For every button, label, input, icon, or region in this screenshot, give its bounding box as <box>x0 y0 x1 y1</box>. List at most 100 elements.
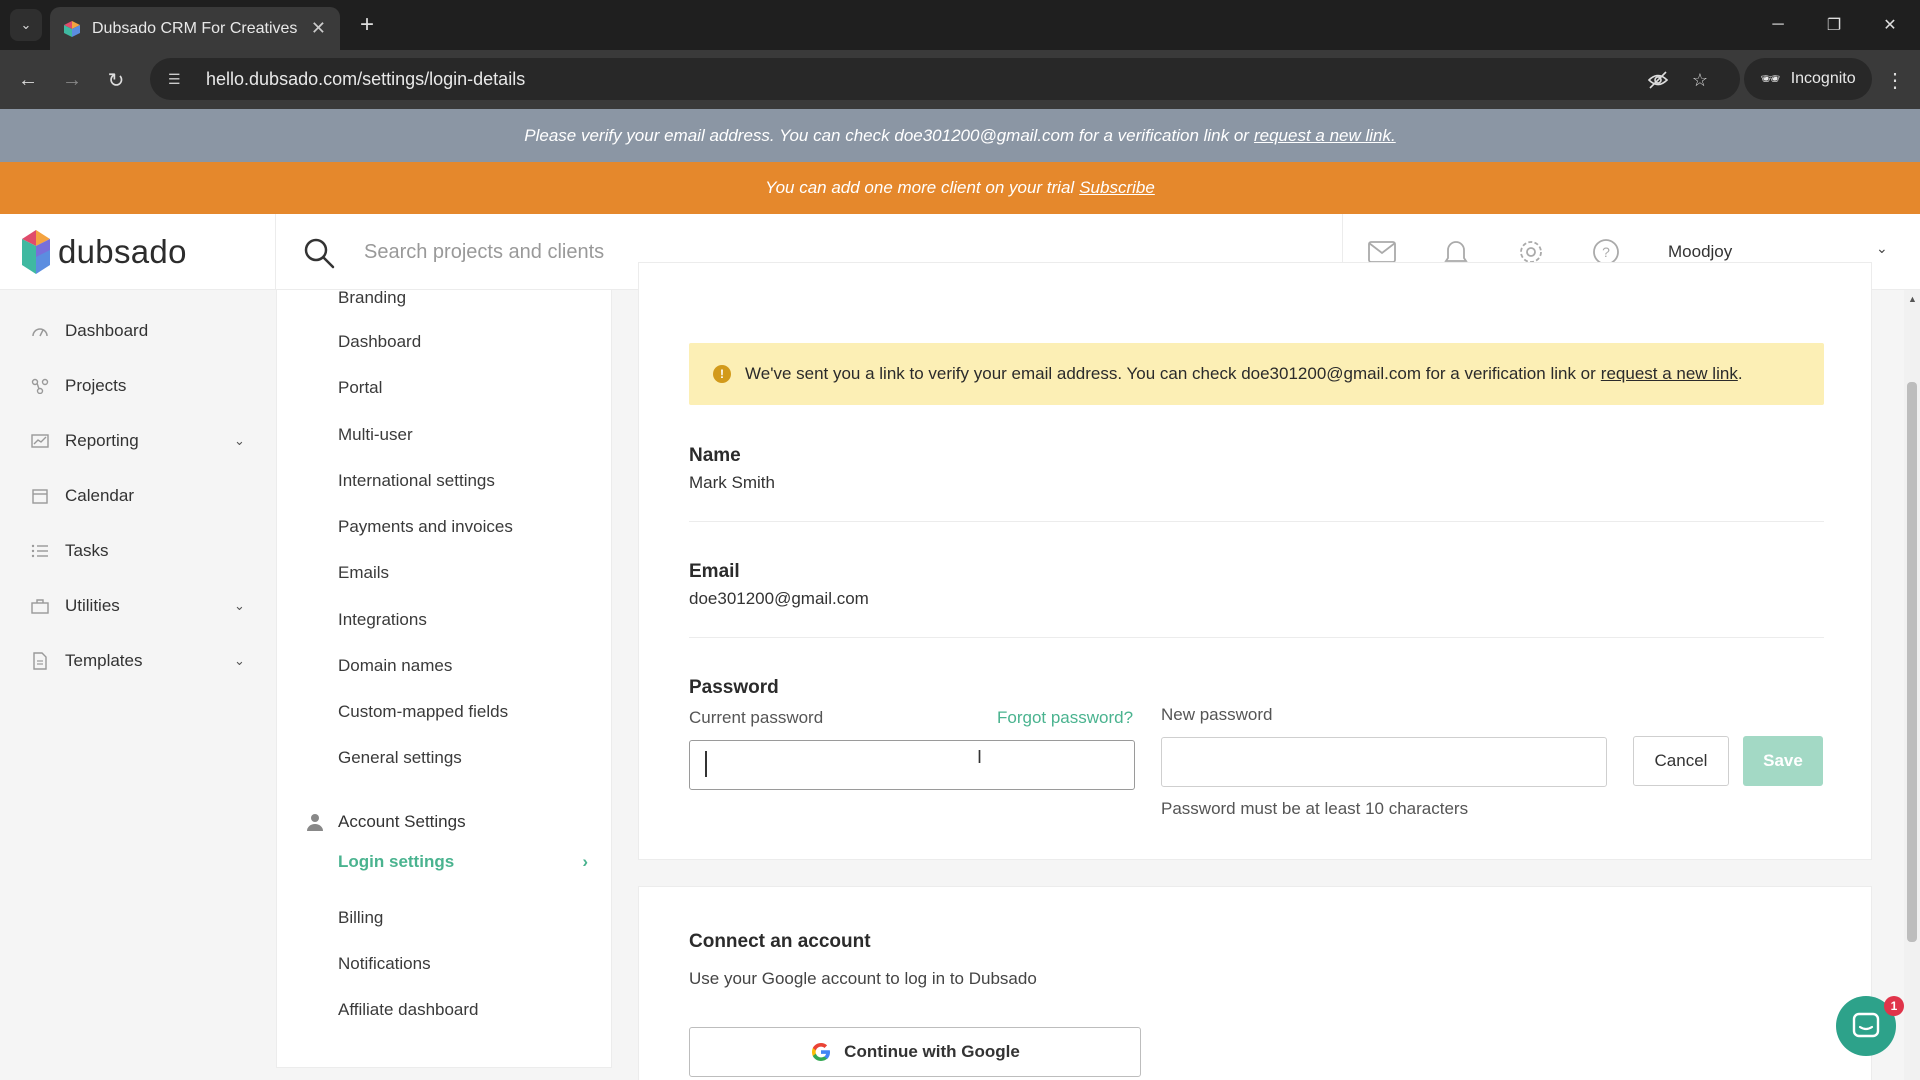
verify-email-alert: ! We've sent you a link to verify your e… <box>689 343 1824 405</box>
dashboard-icon <box>30 322 50 340</box>
eye-off-icon[interactable] <box>1642 64 1674 96</box>
incognito-badge[interactable]: 🕶 Incognito <box>1744 58 1872 100</box>
forward-button[interactable]: → <box>56 64 88 96</box>
browser-menu-icon[interactable]: ⋮ <box>1880 64 1910 96</box>
restore-button[interactable]: ❐ <box>1814 10 1854 40</box>
sidebar-item-label: Tasks <box>65 541 109 560</box>
browser-tab-bar: ⌄ Dubsado CRM For Creatives ✕ + ─ ❐ ✕ <box>0 0 1920 50</box>
settings-nav-custom-fields[interactable]: Custom-mapped fields <box>338 702 508 722</box>
browser-toolbar: ← → ↻ ☰ hello.dubsado.com/settings/login… <box>0 50 1920 109</box>
sidebar-item-dashboard[interactable]: Dashboard <box>30 316 250 346</box>
settings-nav-general[interactable]: General settings <box>338 748 462 768</box>
chevron-down-icon[interactable]: ⌄ <box>234 433 250 449</box>
divider <box>689 521 1824 522</box>
chat-unread-badge: 1 <box>1884 996 1904 1016</box>
back-button[interactable]: ← <box>12 64 44 96</box>
continue-with-google-button[interactable]: Continue with Google <box>689 1027 1141 1077</box>
user-name[interactable]: Moodjoy <box>1668 242 1732 262</box>
email-label: Email <box>689 561 740 582</box>
trial-banner-text: You can add one more client on your tria… <box>765 178 1075 197</box>
settings-nav-branding[interactable]: Branding <box>338 288 406 308</box>
page-scrollbar[interactable]: ▲ <box>1904 290 1920 1080</box>
sidebar-item-templates[interactable]: Templates ⌄ <box>30 646 250 676</box>
tab-close-icon[interactable]: ✕ <box>311 18 326 39</box>
calendar-icon <box>30 487 50 505</box>
settings-nav-multi-user[interactable]: Multi-user <box>338 425 413 445</box>
reporting-icon <box>30 432 50 450</box>
trial-banner: You can add one more client on your tria… <box>0 162 1920 214</box>
address-bar[interactable]: ☰ hello.dubsado.com/settings/login-detai… <box>150 58 1740 100</box>
settings-nav: Branding Dashboard Portal Multi-user Int… <box>276 288 612 1068</box>
sidebar-item-tasks[interactable]: Tasks <box>30 536 250 566</box>
browser-tab[interactable]: Dubsado CRM For Creatives ✕ <box>50 7 340 50</box>
tab-search-button[interactable]: ⌄ <box>10 9 42 41</box>
forgot-password-link[interactable]: Forgot password? <box>997 708 1133 728</box>
current-password-input[interactable] <box>689 740 1135 790</box>
chevron-down-icon[interactable]: ⌄ <box>234 653 250 669</box>
user-menu-chevron-icon[interactable]: ⌄ <box>1876 240 1888 257</box>
connect-account-description: Use your Google account to log in to Dub… <box>689 969 1037 988</box>
url-text: hello.dubsado.com/settings/login-details <box>206 68 526 89</box>
settings-nav-dashboard[interactable]: Dashboard <box>338 332 421 352</box>
name-label: Name <box>689 445 741 466</box>
settings-nav-domain-names[interactable]: Domain names <box>338 656 452 676</box>
password-hint: Password must be at least 10 characters <box>1161 799 1469 818</box>
connect-account-card: Connect an account Use your Google accou… <box>638 886 1872 1080</box>
scroll-up-arrow-icon[interactable]: ▲ <box>1908 294 1917 304</box>
sidebar-item-reporting[interactable]: Reporting ⌄ <box>30 426 250 456</box>
site-settings-icon[interactable]: ☰ <box>168 71 192 88</box>
chevron-right-icon: › <box>582 852 588 871</box>
dubsado-logo[interactable]: dubsado <box>22 230 187 274</box>
current-password-label: Current password <box>689 708 824 727</box>
settings-nav-notifications[interactable]: Notifications <box>338 954 431 974</box>
google-button-label: Continue with Google <box>844 1042 1020 1061</box>
sidebar-item-label: Utilities <box>65 596 120 615</box>
bookmark-star-icon[interactable]: ☆ <box>1684 64 1716 96</box>
new-tab-button[interactable]: + <box>352 10 382 40</box>
password-label: Password <box>689 677 779 698</box>
settings-nav-integrations[interactable]: Integrations <box>338 610 427 630</box>
incognito-label: Incognito <box>1790 70 1856 87</box>
minimize-button[interactable]: ─ <box>1758 10 1798 40</box>
user-icon <box>307 814 323 831</box>
new-password-label: New password <box>1161 705 1273 724</box>
sidebar-item-projects[interactable]: Projects <box>30 371 250 401</box>
new-password-input[interactable] <box>1161 737 1607 787</box>
logo-text: dubsado <box>58 233 187 270</box>
dubsado-logo-icon <box>22 230 50 274</box>
save-button[interactable]: Save <box>1743 736 1823 786</box>
settings-nav-login-settings[interactable]: Login settings › <box>338 852 588 872</box>
svg-text:?: ? <box>1602 244 1610 260</box>
search-icon[interactable] <box>302 236 336 270</box>
cancel-button[interactable]: Cancel <box>1633 736 1729 786</box>
alert-text: We've sent you a link to verify your ema… <box>745 364 1596 383</box>
chevron-down-icon[interactable]: ⌄ <box>234 598 250 614</box>
settings-nav-international[interactable]: International settings <box>338 471 495 491</box>
verify-banner-request-link[interactable]: request a new link. <box>1254 126 1396 146</box>
settings-nav-billing[interactable]: Billing <box>338 908 383 928</box>
settings-nav-emails[interactable]: Emails <box>338 563 389 583</box>
header-divider <box>275 214 276 290</box>
dubsado-favicon-icon <box>64 20 80 37</box>
sidebar-item-calendar[interactable]: Calendar <box>30 481 250 511</box>
reload-button[interactable]: ↻ <box>100 64 132 96</box>
sidebar-item-utilities[interactable]: Utilities ⌄ <box>30 591 250 621</box>
settings-nav-affiliate[interactable]: Affiliate dashboard <box>338 1000 479 1020</box>
account-settings-label: Account Settings <box>338 812 466 831</box>
warning-icon: ! <box>713 365 731 383</box>
scroll-thumb[interactable] <box>1907 382 1917 942</box>
divider <box>689 637 1824 638</box>
sidebar-item-label: Dashboard <box>65 321 149 340</box>
tab-title: Dubsado CRM For Creatives <box>92 19 298 37</box>
templates-icon <box>30 652 50 670</box>
account-settings-section: Account Settings <box>307 812 466 832</box>
close-window-button[interactable]: ✕ <box>1870 10 1910 40</box>
utilities-icon <box>30 597 50 615</box>
alert-request-link[interactable]: request a new link <box>1601 364 1738 384</box>
subscribe-link[interactable]: Subscribe <box>1079 178 1155 198</box>
settings-nav-payments[interactable]: Payments and invoices <box>338 517 513 537</box>
email-value: doe301200@gmail.com <box>689 589 869 608</box>
verify-banner-text: Please verify your email address. You ca… <box>524 125 1249 145</box>
settings-nav-portal[interactable]: Portal <box>338 378 382 398</box>
sidebar-item-label: Projects <box>65 376 127 395</box>
